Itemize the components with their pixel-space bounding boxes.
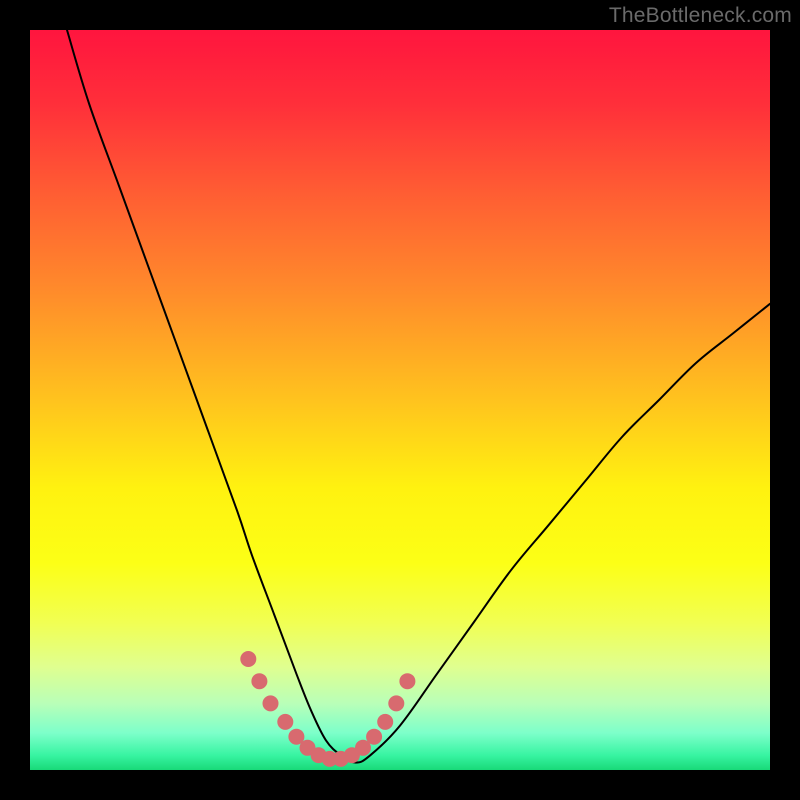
chart-frame: TheBottleneck.com xyxy=(0,0,800,800)
marker-dot xyxy=(377,714,393,730)
chart-svg xyxy=(30,30,770,770)
marker-dot xyxy=(277,714,293,730)
marker-dot xyxy=(263,695,279,711)
marker-dot xyxy=(366,729,382,745)
marker-dot xyxy=(251,673,267,689)
watermark-text: TheBottleneck.com xyxy=(609,4,792,28)
bottleneck-curve xyxy=(67,30,770,763)
plot-area xyxy=(30,30,770,770)
marker-dot xyxy=(240,651,256,667)
marker-dot xyxy=(388,695,404,711)
marker-dot xyxy=(399,673,415,689)
highlight-markers xyxy=(240,651,415,767)
